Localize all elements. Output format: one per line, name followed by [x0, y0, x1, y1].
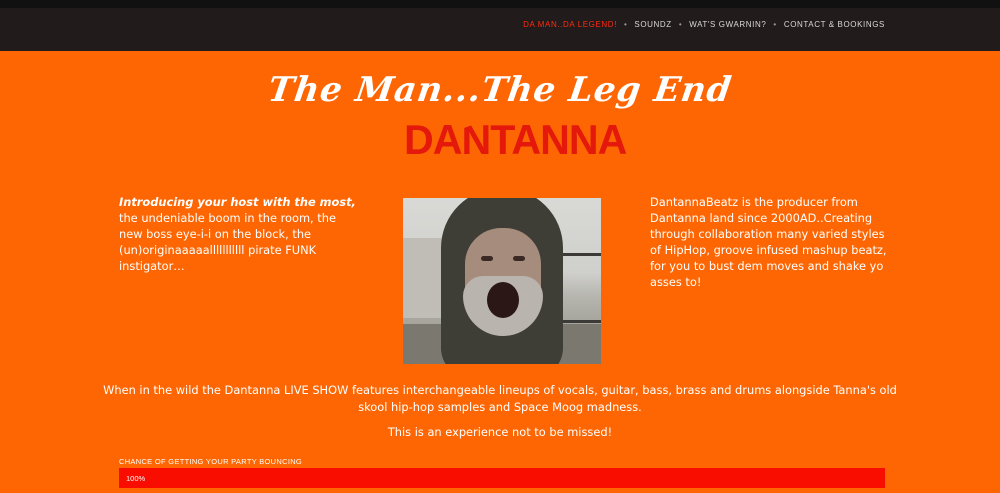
nav-item-da-man[interactable]: DA MAN..DA LEGEND!	[523, 20, 617, 29]
logo-text: DANTANNA	[404, 116, 627, 163]
nav-item-wats-gwarnin[interactable]: WAT'S GWARNIN?	[689, 20, 766, 29]
nav-separator: •	[624, 20, 628, 29]
intro-lead: Introducing your host with the most,	[119, 195, 356, 209]
progress-bar: 100%	[119, 468, 885, 488]
hero-script-title: The Man...The Leg End	[265, 70, 735, 110]
bio-paragraph: DantannaBeatz is the producer from Danta…	[650, 195, 887, 289]
nav-separator: •	[678, 20, 683, 29]
photo-eye	[513, 256, 525, 261]
live-show-paragraph: When in the wild the Dantanna LIVE SHOW …	[103, 383, 897, 414]
progress-value: 100%	[126, 474, 146, 483]
main-nav: DA MAN..DA LEGEND! • SOUNDZ • WAT'S GWAR…	[523, 20, 885, 29]
intro-paragraph: Introducing your host with the most, the…	[119, 194, 359, 274]
intro-text: the undeniable boom in the room, the new…	[119, 211, 336, 273]
progress-label: CHANCE OF GETTING YOUR PARTY BOUNCING	[119, 457, 303, 466]
artist-photo	[403, 198, 601, 364]
nav-item-contact-bookings[interactable]: CONTACT & BOOKINGS	[784, 20, 885, 29]
experience-line: This is an experience not to be missed!	[387, 425, 613, 439]
nav-item-soundz[interactable]: SOUNDZ	[634, 20, 671, 29]
navbar: DA MAN..DA LEGEND! • SOUNDZ • WAT'S GWAR…	[0, 8, 1000, 51]
dantanna-logo: DANTANNA	[402, 116, 627, 163]
top-strip	[0, 0, 1000, 8]
progress-fill	[119, 468, 885, 488]
photo-eye	[481, 256, 493, 261]
photo-mouth	[487, 282, 519, 318]
nav-separator: •	[773, 20, 777, 29]
